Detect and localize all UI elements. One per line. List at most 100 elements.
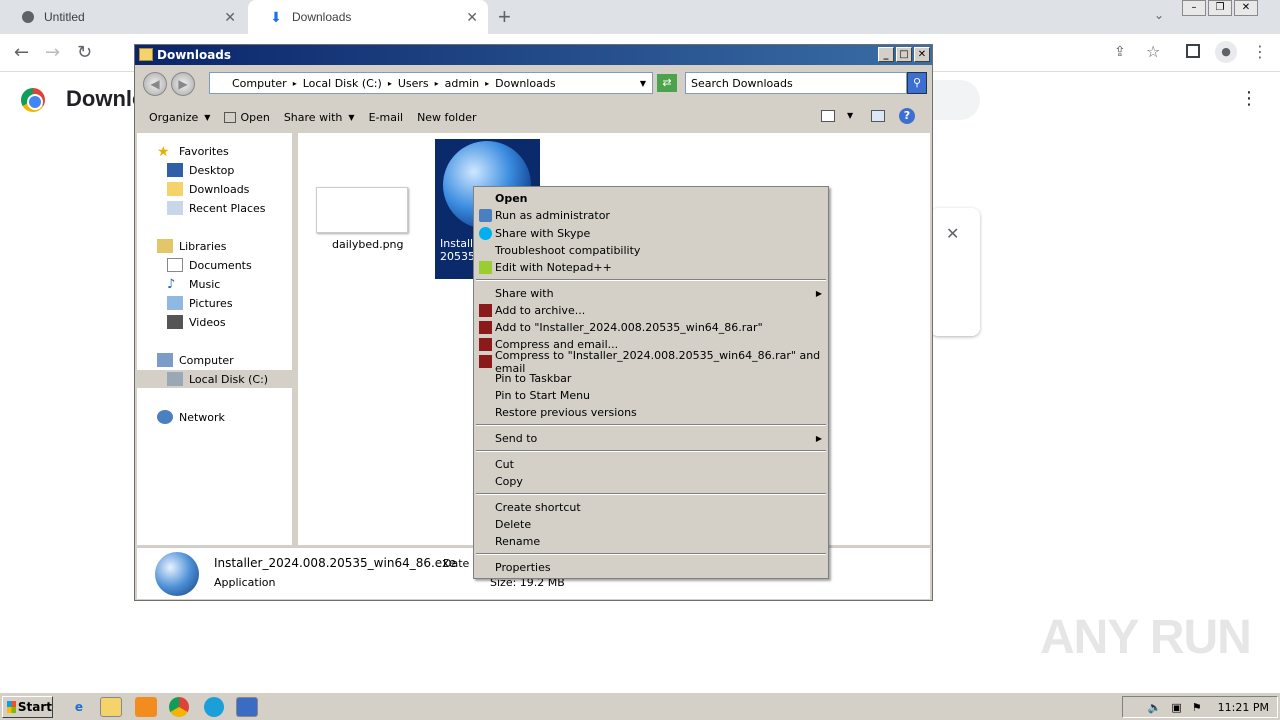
menu-item-send-to[interactable]: Send to ▶	[474, 430, 828, 447]
organize-button[interactable]: Organize ▼	[149, 111, 210, 124]
forward-icon[interactable]: ▶	[171, 72, 195, 96]
search-input[interactable]: Search Downloads	[685, 72, 907, 94]
email-button[interactable]: E-mail	[369, 111, 404, 124]
new-folder-button[interactable]: New folder	[417, 111, 476, 124]
internet-explorer-icon[interactable]: e	[68, 697, 90, 717]
tab-search-icon[interactable]: ⌄	[1154, 8, 1164, 22]
preview-pane-icon[interactable]	[871, 110, 885, 122]
nav-videos[interactable]: Videos	[167, 315, 226, 329]
chevron-down-icon[interactable]: ▼	[847, 111, 853, 120]
menu-item-cut[interactable]: Cut	[474, 456, 828, 473]
reload-icon[interactable]: ↻	[77, 42, 92, 63]
anyrun-watermark: ANY RUN	[1040, 611, 1252, 664]
action-center-flag-icon[interactable]: ⚑	[1192, 701, 1202, 714]
chrome-menu-icon[interactable]: ⋮	[1252, 42, 1268, 61]
side-panel-icon[interactable]	[1186, 44, 1200, 58]
breadcrumb-local-disk[interactable]: Local Disk (C:)	[303, 77, 382, 90]
chevron-down-icon[interactable]: ▼	[640, 79, 646, 88]
share-with-button[interactable]: Share with ▼	[284, 111, 355, 124]
menu-item-pin-taskbar[interactable]: Pin to Taskbar	[474, 370, 828, 387]
nav-recent-places[interactable]: Recent Places	[167, 201, 266, 215]
edge-icon[interactable]	[204, 697, 224, 717]
menu-separator	[476, 424, 826, 426]
menu-item-delete[interactable]: Delete	[474, 516, 828, 533]
clock[interactable]: 11:21 PM	[1218, 701, 1269, 714]
nav-downloads[interactable]: Downloads	[167, 182, 249, 196]
nav-pictures[interactable]: Pictures	[167, 296, 233, 310]
menu-item-copy[interactable]: Copy	[474, 473, 828, 490]
submenu-arrow-icon: ▶	[815, 289, 822, 298]
open-button[interactable]: Open	[224, 111, 270, 124]
remove-download-icon[interactable]: ✕	[946, 224, 959, 243]
menu-item-open[interactable]: Open	[474, 190, 828, 207]
installer-globe-icon	[155, 552, 199, 596]
breadcrumb-users[interactable]: Users	[398, 77, 429, 90]
nav-libraries[interactable]: Libraries	[157, 239, 227, 253]
navigation-pane: ★ Favorites Desktop Downloads Recent Plac…	[137, 133, 295, 545]
menu-item-troubleshoot[interactable]: Troubleshoot compatibility	[474, 242, 828, 259]
maximize-icon[interactable]: □	[896, 47, 912, 62]
volume-icon[interactable]: 🔈	[1148, 701, 1162, 714]
profile-avatar-icon[interactable]: ●	[1215, 41, 1237, 63]
tab-untitled[interactable]: Untitled ✕	[0, 0, 246, 34]
new-tab-button[interactable]: +	[498, 4, 511, 30]
nav-favorites[interactable]: ★ Favorites	[157, 144, 229, 160]
nav-documents[interactable]: Documents	[167, 258, 252, 272]
menu-item-add-archive[interactable]: Add to archive...	[474, 302, 828, 319]
minimize-icon[interactable]: _	[878, 47, 894, 62]
explorer-taskbar-icon[interactable]	[100, 697, 122, 717]
menu-item-compress-rar-email[interactable]: Compress to "Installer_2024.008.20535_wi…	[474, 349, 828, 375]
address-bar[interactable]: Computer ▸ Local Disk (C:) ▸ Users ▸ admin ▸…	[209, 72, 653, 94]
network-tray-icon[interactable]: ▣	[1171, 701, 1181, 714]
close-icon[interactable]: ✕	[914, 47, 930, 62]
close-tab-icon[interactable]: ✕	[224, 9, 236, 26]
nav-computer[interactable]: Computer	[157, 353, 234, 367]
nav-desktop[interactable]: Desktop	[167, 163, 234, 177]
nav-network[interactable]: Network	[157, 410, 225, 424]
restore-icon[interactable]: ❐	[1208, 0, 1232, 16]
menu-item-add-rar[interactable]: Add to "Installer_2024.008.20535_win64_8…	[474, 319, 828, 336]
tab-downloads[interactable]: ⬇ Downloads ✕	[248, 0, 488, 34]
back-icon[interactable]: ◀	[143, 72, 167, 96]
nav-local-disk[interactable]: Local Disk (C:)	[167, 372, 268, 386]
menu-item-create-shortcut[interactable]: Create shortcut	[474, 499, 828, 516]
menu-item-properties[interactable]: Properties	[474, 559, 828, 576]
submenu-arrow-icon: ▶	[815, 434, 822, 443]
menu-item-share-skype[interactable]: Share with Skype	[474, 225, 828, 242]
breadcrumb-admin[interactable]: admin	[445, 77, 479, 90]
downloads-menu-icon[interactable]: ⋮	[1240, 88, 1258, 109]
menu-item-pin-start[interactable]: Pin to Start Menu	[474, 387, 828, 404]
share-icon[interactable]: ⇪	[1114, 44, 1126, 60]
breadcrumb-downloads[interactable]: Downloads	[495, 77, 555, 90]
menu-item-run-as-admin[interactable]: Run as administrator	[474, 207, 828, 224]
bookmark-star-icon[interactable]: ☆	[1146, 42, 1160, 61]
close-icon[interactable]: ✕	[1234, 0, 1258, 16]
context-menu: Open Run as administrator Share with Sky…	[473, 186, 829, 579]
explorer-titlebar[interactable]: Downloads _ □ ✕	[135, 45, 932, 65]
chrome-taskbar-icon[interactable]	[169, 697, 189, 717]
png-thumbnail-icon[interactable]	[316, 187, 408, 233]
search-icon[interactable]: ⚲	[907, 72, 927, 94]
refresh-icon[interactable]: ⇄	[657, 74, 677, 92]
close-tab-icon[interactable]: ✕	[466, 9, 478, 26]
menu-item-edit-notepadpp[interactable]: Edit with Notepad++	[474, 259, 828, 276]
window-title: Downloads	[157, 48, 232, 62]
menu-item-share-with[interactable]: Share with ▶	[474, 285, 828, 302]
file-name-dailybed[interactable]: dailybed.png	[332, 238, 404, 251]
back-icon[interactable]: ←	[14, 42, 29, 63]
winrar-icon	[479, 304, 492, 317]
view-icon[interactable]	[821, 110, 835, 122]
media-player-icon[interactable]	[135, 697, 157, 717]
nav-music[interactable]: ♪ Music	[167, 277, 220, 292]
help-icon[interactable]: ?	[899, 108, 915, 124]
folder-icon	[139, 48, 153, 61]
start-button[interactable]: Start	[2, 696, 53, 718]
menu-item-restore-versions[interactable]: Restore previous versions	[474, 404, 828, 421]
desktop-icon	[167, 163, 183, 177]
menu-item-rename[interactable]: Rename	[474, 533, 828, 550]
installer-taskbar-icon[interactable]	[236, 697, 258, 717]
breadcrumb-computer[interactable]: Computer	[232, 77, 287, 90]
forward-icon[interactable]: →	[45, 42, 60, 63]
computer-icon	[157, 353, 173, 367]
minimize-icon[interactable]: –	[1182, 0, 1206, 16]
